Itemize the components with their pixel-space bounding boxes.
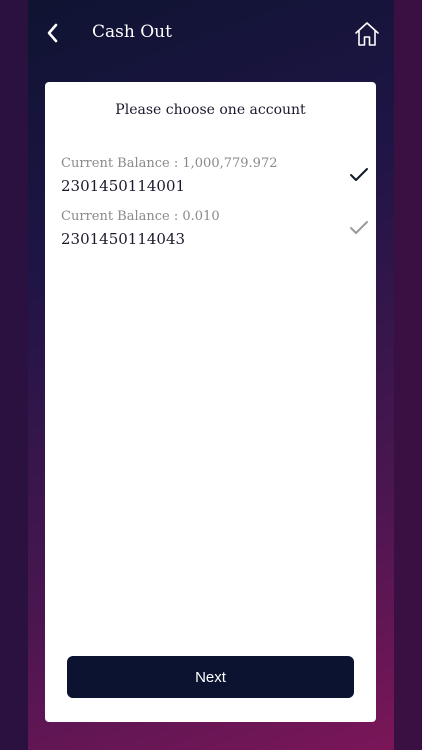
account-balance: Current Balance : 1,000,779.972 xyxy=(61,156,278,171)
home-icon xyxy=(355,22,379,46)
checkmark-icon xyxy=(350,221,368,234)
top-bar: Cash Out xyxy=(0,0,422,68)
account-option-2[interactable]: Current Balance : 0.010 2301450114043 xyxy=(61,209,368,255)
page-title: Cash Out xyxy=(92,22,172,42)
account-number: 2301450114001 xyxy=(61,177,186,195)
account-selection-card: Please choose one account Current Balanc… xyxy=(45,82,376,722)
back-button[interactable] xyxy=(42,20,66,46)
account-option-1[interactable]: Current Balance : 1,000,779.972 23014501… xyxy=(61,156,368,202)
account-number: 2301450114043 xyxy=(61,230,186,248)
home-button[interactable] xyxy=(353,20,381,48)
checkmark-icon xyxy=(350,168,368,181)
account-balance: Current Balance : 0.010 xyxy=(61,209,220,224)
next-button[interactable]: Next xyxy=(67,656,354,698)
chevron-left-icon xyxy=(47,23,58,43)
card-heading: Please choose one account xyxy=(115,102,306,118)
left-backdrop xyxy=(0,0,28,750)
right-backdrop xyxy=(394,0,422,750)
